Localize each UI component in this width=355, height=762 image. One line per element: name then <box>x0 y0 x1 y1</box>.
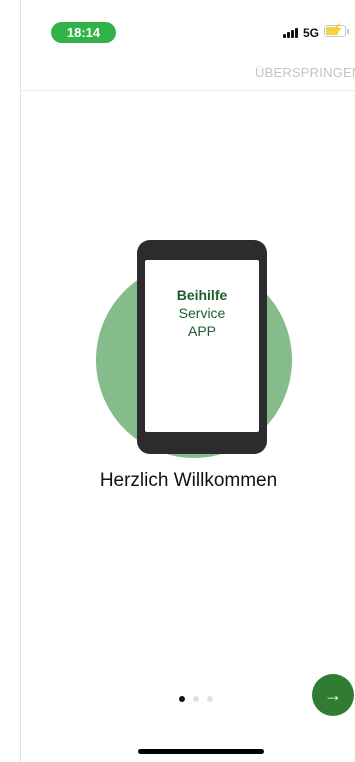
home-indicator[interactable] <box>138 749 264 754</box>
app-brand: Beihilfe Service APP <box>145 286 259 340</box>
battery-charging-icon: ⚡ <box>324 24 346 37</box>
brand-title: Beihilfe <box>176 287 228 303</box>
network-type: 5G <box>303 26 320 40</box>
welcome-heading: Herzlich Willkommen <box>99 470 278 491</box>
page-dot-1[interactable] <box>179 696 185 702</box>
phone-screen: Beihilfe Service APP <box>145 260 259 432</box>
arrow-right-icon: → <box>324 685 342 705</box>
next-button[interactable]: → <box>312 674 354 716</box>
skip-button[interactable]: ÜBERSPRINGEN <box>255 65 355 80</box>
header-divider <box>21 90 355 91</box>
phone-illustration: Beihilfe Service APP <box>137 240 267 454</box>
status-bar: 18:14 5G ⚡ <box>21 0 355 44</box>
brand-subtitle-2: APP <box>187 323 216 339</box>
brand-subtitle-1: Service <box>178 305 226 321</box>
page-dot-2[interactable] <box>193 696 199 702</box>
signal-bars-icon <box>283 28 298 38</box>
page-dot-3[interactable] <box>207 696 213 702</box>
page-indicator <box>179 696 213 702</box>
onboarding-screen: 18:14 5G ⚡ ÜBERSPRINGEN Beihilfe Service… <box>20 0 355 762</box>
status-time: 18:14 <box>51 22 116 43</box>
